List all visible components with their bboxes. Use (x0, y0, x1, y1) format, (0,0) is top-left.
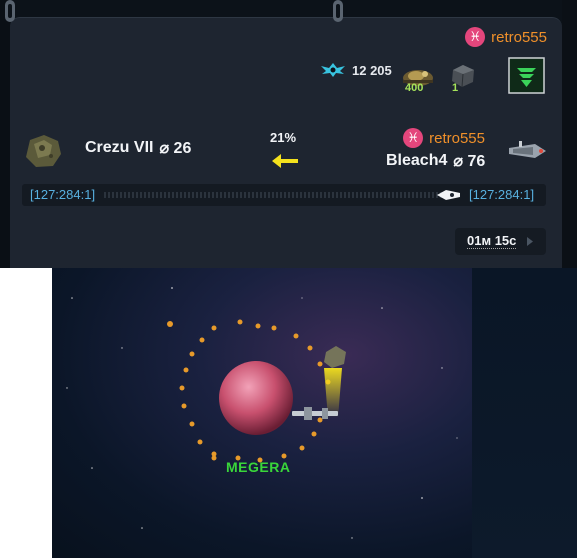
origin-coords[interactable]: [127:284:1] (30, 187, 95, 202)
panel-right-edge (562, 0, 577, 268)
progress-track (104, 192, 454, 198)
left-margin (0, 268, 52, 558)
fleet-stats: 12 205 (320, 60, 392, 80)
alliance-emblem-icon[interactable] (508, 57, 545, 94)
player-header[interactable]: ♓ retro555 (465, 27, 547, 47)
target-owner[interactable]: ♓ retro555 (403, 128, 485, 148)
clip-icon (333, 0, 343, 22)
pisces-icon: ♓ (465, 27, 486, 47)
timer-value: 01м 15с (467, 233, 517, 249)
fleet-marker-icon (437, 190, 460, 200)
player-name[interactable]: retro555 (491, 29, 547, 46)
origin-info: Crezu VII ⌀ 26 (85, 138, 191, 158)
target-info: Bleach4 ⌀ 76 (386, 151, 485, 171)
mission-panel: ♓ retro555 12 205 400 1 Crezu VII ⌀ 26 2… (0, 0, 577, 269)
ship-icon[interactable] (505, 138, 549, 164)
progress-percent: 21% (270, 130, 297, 145)
target-owner-name[interactable]: retro555 (429, 130, 485, 147)
arrow-left-icon (272, 154, 298, 168)
space-map[interactable] (52, 268, 472, 558)
chevron-right-icon (527, 237, 533, 246)
origin-name: Crezu VII (85, 139, 154, 156)
space-scene (66, 287, 458, 539)
pisces-icon: ♓ (403, 128, 424, 148)
clip-icon (5, 0, 15, 22)
origin-diameter: ⌀ 26 (159, 140, 192, 157)
coordinates-bar: [127:284:1] [127:284:1] (22, 184, 546, 206)
timer-button[interactable]: 01м 15с (455, 228, 546, 255)
target-coords[interactable]: [127:284:1] (469, 187, 534, 202)
right-space-strip (472, 268, 577, 558)
resource-count: 1 (452, 82, 459, 94)
asteroid-icon[interactable] (22, 132, 64, 170)
fleet-power-value: 12 205 (352, 62, 392, 78)
unit-count: 400 (405, 82, 424, 94)
wings-icon (321, 63, 345, 77)
planet-label[interactable]: MEGERA (226, 459, 290, 475)
panel-left-edge (0, 0, 10, 268)
target-diameter: ⌀ 76 (453, 153, 486, 170)
target-name: Bleach4 (386, 152, 448, 169)
